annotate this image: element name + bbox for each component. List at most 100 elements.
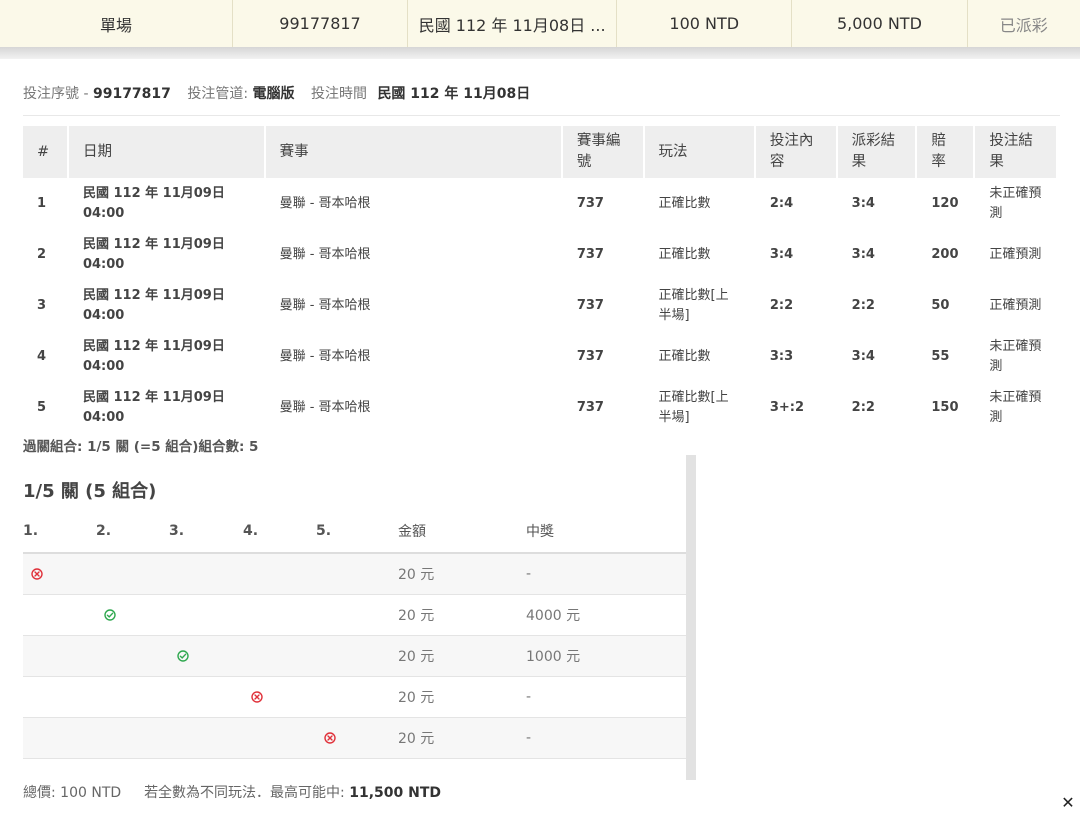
combo-cell-1 — [23, 594, 96, 636]
combo-title: 1/5 關 (5 組合) — [23, 481, 157, 502]
row-match: 曼聯 - 哥本哈根 — [279, 348, 371, 364]
row-odds: 50 — [931, 297, 950, 313]
row-play: 正確比數 — [658, 348, 711, 364]
combo-cell-3 — [169, 594, 243, 636]
row-num: 5 — [37, 399, 47, 415]
table-row: 2 民國 112 年 11月09日 04:00 曼聯 - 哥本哈根 737 正確… — [23, 229, 1056, 280]
combo-cell-4 — [243, 594, 316, 636]
table-row: 5 民國 112 年 11月09日 04:00 曼聯 - 哥本哈根 737 正確… — [23, 382, 1056, 433]
row-outcome: 未正確預測 — [989, 389, 1042, 425]
row-bet: 2:4 — [769, 195, 794, 211]
row-bet: 3:3 — [769, 348, 794, 364]
row-match: 曼聯 - 哥本哈根 — [279, 246, 371, 262]
combo-header-5: 5. — [316, 510, 398, 554]
row-match-no: 737 — [576, 297, 604, 313]
channel-value: 電腦版 — [252, 86, 295, 102]
combo-cell-5 — [316, 635, 398, 677]
combo-prize: - — [526, 553, 686, 595]
row-num: 2 — [37, 246, 47, 262]
scrollbar[interactable] — [686, 455, 696, 780]
check-circle-icon — [177, 650, 189, 662]
combo-amount: 20 元 — [398, 553, 526, 595]
close-icon[interactable]: ✕ — [1060, 795, 1076, 811]
combo-row: 20 元- — [23, 717, 686, 759]
table-row: 4 民國 112 年 11月09日 04:00 曼聯 - 哥本哈根 737 正確… — [23, 331, 1056, 382]
combo-cell-1 — [23, 635, 96, 677]
row-match-no: 737 — [576, 246, 604, 262]
ticket-footer: 總價: 100 NTD 若全數為不同玩法．最高可能中: 11,500 NTD — [23, 782, 441, 802]
row-num: 4 — [37, 348, 47, 364]
combo-prize: - — [526, 676, 686, 718]
row-num: 1 — [37, 195, 47, 211]
row-play: 正確比數 — [658, 195, 711, 211]
row-outcome: 未正確預測 — [989, 185, 1042, 221]
row-date: 民國 112 年 11月09日 04:00 — [82, 287, 225, 323]
combo-table: 1. 2. 3. 4. 5. 金額 中獎 20 元 -20 元 4000 元 20 元… — [23, 510, 686, 759]
combo-header-prize: 中獎 — [526, 510, 686, 554]
x-circle-icon — [324, 732, 336, 744]
channel-label: 投注管道: — [187, 86, 249, 102]
row-date: 民國 112 年 11月09日 04:00 — [82, 338, 225, 374]
combo-cell-2 — [96, 717, 169, 759]
combo-prize: - — [526, 717, 686, 759]
summary-ticket-no: 99177817 — [233, 0, 409, 47]
row-match-no: 737 — [576, 348, 604, 364]
row-match-no: 737 — [576, 195, 604, 211]
col-header-outcome: 投注結果 — [975, 126, 1056, 178]
summary-status: 已派彩 — [999, 15, 1048, 35]
combo-cell-5 — [316, 676, 398, 718]
col-header-play: 玩法 — [644, 126, 754, 178]
row-odds: 150 — [931, 399, 959, 415]
max-value: 11,500 NTD — [349, 785, 442, 801]
time-value: 民國 112 年 11月08日 — [377, 86, 531, 102]
col-header-result: 派彩結果 — [837, 126, 916, 178]
combo-row: 20 元- — [23, 676, 686, 718]
combo-cell-3 — [169, 676, 243, 718]
divider — [23, 115, 1060, 116]
serial-label: 投注序號 - — [23, 86, 89, 102]
combo-cell-5 — [316, 553, 398, 595]
bet-info-line: 投注序號 - 99177817 投注管道: 電腦版 投注時間 民國 112 年 … — [23, 83, 530, 103]
ticket-summary-bar[interactable]: 單場 99177817 民國 112 年 11月08日 ... 100 NTD … — [0, 0, 1080, 48]
combo-amount: 20 元 — [398, 717, 526, 759]
row-date: 民國 112 年 11月09日 04:00 — [82, 389, 225, 425]
combo-prize: 4000 元 — [526, 594, 686, 636]
combo-cell-4 — [243, 717, 316, 759]
check-circle-icon — [104, 609, 116, 621]
row-match: 曼聯 - 哥本哈根 — [279, 297, 371, 313]
combo-cell-4 — [243, 553, 316, 595]
col-header-bet: 投注內容 — [755, 126, 836, 178]
combo-header-row: 1. 2. 3. 4. 5. 金額 中獎 — [23, 510, 686, 554]
row-result: 3:4 — [851, 195, 875, 211]
col-header-date: 日期 — [68, 126, 264, 178]
row-date: 民國 112 年 11月09日 04:00 — [82, 185, 225, 221]
row-result: 2:2 — [851, 399, 875, 415]
row-match-no: 737 — [576, 399, 604, 415]
col-header-num: # — [23, 126, 67, 178]
row-outcome: 正確預測 — [989, 246, 1042, 262]
combo-amount: 20 元 — [398, 676, 526, 718]
row-match: 曼聯 - 哥本哈根 — [279, 195, 371, 211]
row-result: 3:4 — [851, 348, 875, 364]
row-result: 3:4 — [851, 246, 875, 262]
table-row: 3 民國 112 年 11月09日 04:00 曼聯 - 哥本哈根 737 正確… — [23, 280, 1056, 331]
combo-summary: 過關組合: 1/5 關 (=5 組合)組合數: 5 — [23, 439, 259, 455]
combo-cell-2 — [96, 635, 169, 677]
row-num: 3 — [37, 297, 47, 313]
combo-cell-4 — [243, 635, 316, 677]
panel-shadow — [0, 47, 1080, 59]
combo-header-2: 2. — [96, 510, 169, 554]
combo-cell-2 — [96, 676, 169, 718]
time-label: 投注時間 — [310, 86, 367, 102]
row-odds: 200 — [931, 246, 959, 262]
x-circle-icon — [31, 568, 43, 580]
x-circle-icon — [251, 691, 263, 703]
combo-cell-3 — [169, 635, 243, 677]
combo-prize: 1000 元 — [526, 635, 686, 677]
row-play: 正確比數 — [658, 246, 711, 262]
row-match: 曼聯 - 哥本哈根 — [279, 399, 371, 415]
combo-amount: 20 元 — [398, 635, 526, 677]
row-bet: 3+:2 — [769, 399, 805, 415]
row-outcome: 未正確預測 — [989, 338, 1042, 374]
col-header-odds: 賠率 — [917, 126, 974, 178]
